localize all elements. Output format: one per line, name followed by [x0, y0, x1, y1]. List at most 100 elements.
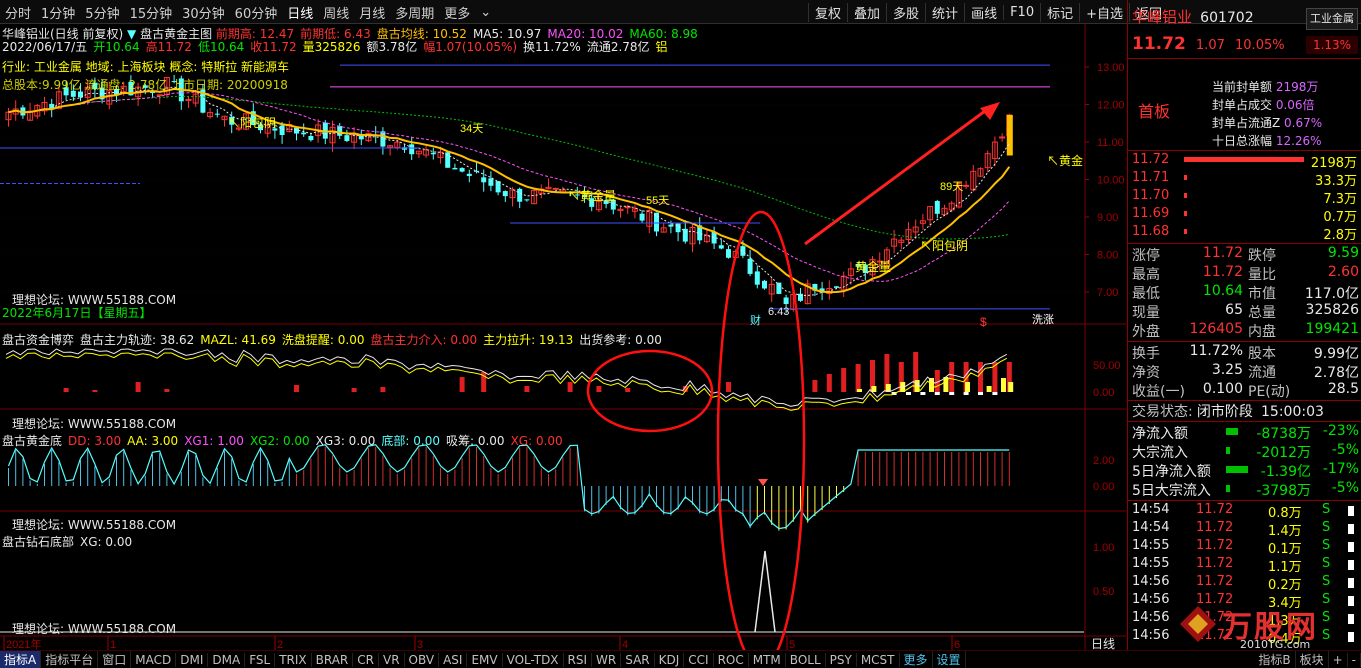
capital-bar — [826, 374, 832, 392]
board-info-row: 十日总涨幅 12.26% — [1212, 132, 1322, 150]
indicator-tab-0[interactable]: 指标A — [0, 651, 42, 668]
orderbook-row[interactable]: 11.69 0.7万 — [1128, 205, 1361, 225]
indicator-tab-15[interactable]: RSI — [564, 652, 593, 667]
indicator-tab-23[interactable]: PSY — [826, 652, 857, 667]
period-tab-4[interactable]: 30分钟 — [177, 3, 230, 22]
label-low-price: 6.43 — [768, 306, 789, 318]
candle-body — [754, 271, 760, 285]
indicator-tab-6[interactable]: FSL — [245, 652, 276, 667]
toolbar-button-3[interactable]: 统计 — [925, 2, 964, 22]
indicator-tab-3[interactable]: MACD — [131, 652, 177, 667]
highlight-ellipse-capital — [586, 349, 714, 433]
indicator-tab-20[interactable]: ROC — [714, 652, 749, 667]
white-mark — [934, 392, 940, 395]
indicator-tab-11[interactable]: OBV — [405, 652, 440, 667]
tick-side: S — [1322, 556, 1331, 571]
period-tab-2[interactable]: 5分钟 — [80, 3, 124, 22]
tick-row: 14:54 11.72 0.8万 S — [1128, 502, 1361, 521]
indicator-tab-22[interactable]: BOLL — [786, 652, 826, 667]
price-axis-label: 13.00 — [1097, 62, 1125, 74]
stats-key: 流通 — [1248, 365, 1276, 381]
indicator-tab-12[interactable]: ASI — [439, 652, 468, 667]
white-mark — [963, 392, 969, 395]
indicator-tab-4[interactable]: DMI — [176, 652, 209, 667]
indicator-tab-25[interactable]: 更多 — [900, 651, 933, 668]
orderbook-row[interactable]: 11.71 33.3万 — [1128, 169, 1361, 189]
indicator-tab-26[interactable]: 设置 — [933, 651, 966, 668]
flow-bar — [1226, 428, 1238, 435]
label-cai: 财 — [750, 313, 761, 327]
toolbar-button-4[interactable]: 画线 — [964, 2, 1003, 22]
toolbar-button-5[interactable]: F10 — [1003, 4, 1040, 20]
capital-bar — [726, 382, 731, 392]
label-55-days: 55天 — [646, 195, 669, 207]
period-tab-6[interactable]: 日线 — [282, 3, 318, 22]
toolbar-button-7[interactable]: +自选 — [1079, 2, 1129, 22]
right-tab-1[interactable]: 板块 — [1296, 651, 1329, 668]
quote-row: 涨停 11.72 跌停 9.59 — [1128, 245, 1361, 264]
indicator-tab-19[interactable]: CCI — [684, 652, 714, 667]
period-tab-5[interactable]: 60分钟 — [230, 3, 283, 22]
indicator-tab-16[interactable]: WR — [592, 652, 622, 667]
board-info-row: 当前封单额 2198万 — [1212, 78, 1322, 96]
orderbook-row[interactable]: 11.70 7.3万 — [1128, 187, 1361, 207]
tick-price: 11.72 — [1196, 520, 1234, 535]
period-tab-10[interactable]: 更多 — [439, 3, 475, 22]
ma20-line — [8, 91, 1010, 282]
stats-value: 9.99亿 — [1313, 346, 1359, 362]
capital-bar — [812, 380, 818, 392]
period-tab-7[interactable]: 周线 — [318, 3, 354, 22]
capital-bar — [135, 382, 141, 392]
capital-bar — [164, 389, 170, 392]
toolbar-button-0[interactable]: 复权 — [808, 2, 847, 22]
board-info-row: 封单占流通Z 0.67% — [1212, 114, 1322, 132]
date-label: 2022年6月17日【星期五】 — [2, 306, 152, 320]
sub1-legend-item-5: 主力拉升: 19.13 — [483, 333, 574, 347]
orderbook-row[interactable]: 11.72 2198万 — [1128, 151, 1361, 171]
period-tab-3[interactable]: 15分钟 — [125, 3, 178, 22]
indicator-tab-5[interactable]: DMA — [208, 652, 246, 667]
sub1-legend-item-3: 洗盘提醒: 0.00 — [281, 333, 365, 347]
orderbook-row[interactable]: 11.68 2.8万 — [1128, 223, 1361, 243]
indicator-tab-2[interactable]: 窗口 — [98, 651, 132, 668]
indicator-tab-18[interactable]: KDJ — [655, 652, 685, 667]
period-tab-0[interactable]: 分时 — [0, 3, 36, 22]
candle-body — [776, 282, 782, 294]
info-item-2: 高11.72 — [145, 40, 192, 54]
flow-bar — [1226, 447, 1230, 454]
toolbar-button-1[interactable]: 叠加 — [847, 2, 886, 22]
indicator-tab-9[interactable]: CR — [353, 652, 379, 667]
period-tab-1[interactable]: 1分钟 — [36, 3, 80, 22]
capital-bar — [855, 364, 861, 392]
diamond-marker-icon — [758, 479, 768, 486]
right-tab-3[interactable]: - — [1348, 652, 1361, 667]
indicator-tab-1[interactable]: 指标平台 — [41, 651, 99, 668]
indicator-tab-24[interactable]: MCST — [857, 652, 900, 667]
more-chevron-icon[interactable]: ⌄ — [475, 5, 496, 20]
right-tab-2[interactable]: + — [1329, 652, 1348, 667]
orderbook-volume: 2.8万 — [1323, 228, 1357, 243]
period-tab-9[interactable]: 多周期 — [390, 3, 439, 22]
flow-bar — [1226, 485, 1230, 492]
tick-volume: 0.1万 — [1268, 542, 1302, 557]
indicator-tab-8[interactable]: BRAR — [312, 652, 354, 667]
indicator-tab-7[interactable]: TRIX — [275, 652, 312, 667]
tick-row: 14:55 11.72 1.1万 S — [1128, 556, 1361, 575]
tick-price: 11.72 — [1196, 502, 1234, 517]
period-tab-8[interactable]: 月线 — [354, 3, 390, 22]
indicator-tab-10[interactable]: VR — [379, 652, 405, 667]
stock-tags: 行业: 工业金属 地域: 上海板块 概念: 特斯拉 新能源车 — [2, 60, 290, 74]
quote-value: 2.60 — [1327, 264, 1359, 280]
tick-row: 14:56 11.72 0.2万 S — [1128, 574, 1361, 593]
indicator-tab-14[interactable]: VOL-TDX — [503, 652, 564, 667]
indicator-tab-13[interactable]: EMV — [467, 652, 503, 667]
indicator-tab-17[interactable]: SAR — [621, 652, 655, 667]
sector-button[interactable]: 工业金属 — [1306, 8, 1358, 30]
candle-body — [517, 188, 523, 202]
toolbar-button-2[interactable]: 多股 — [886, 2, 925, 22]
right-tab-0[interactable]: 指标B — [1254, 651, 1296, 668]
stats-key: 收益(一) — [1132, 384, 1185, 400]
chart-area[interactable]: 13.00 12.00 11.00 10.00 9.00 8.00 7.00 ↖阳包阴 ↖阳包阴… — [0, 24, 1126, 668]
toolbar-button-6[interactable]: 标记 — [1040, 2, 1079, 22]
indicator-tab-21[interactable]: MTM — [749, 652, 786, 667]
